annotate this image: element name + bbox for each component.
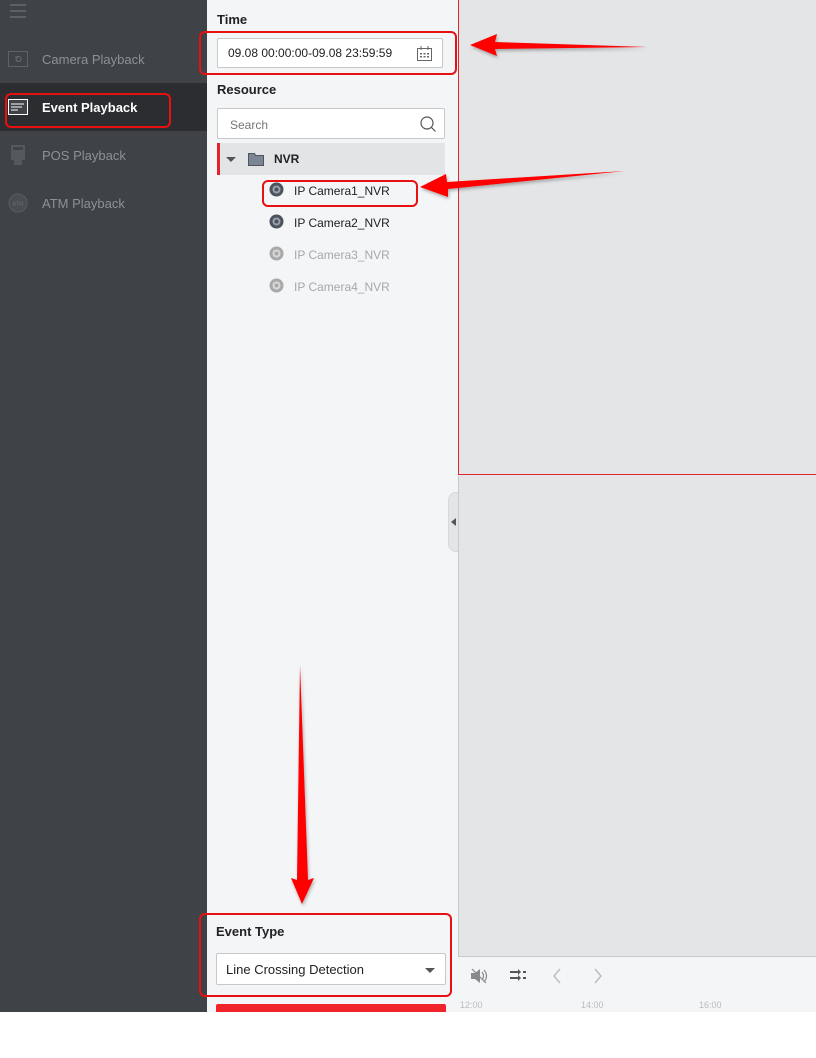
time-label: Time (217, 12, 248, 27)
resource-panel: Time 09.08 00:00:00-09.08 23:59:59 Resou… (207, 0, 458, 1012)
resource-search (217, 108, 445, 139)
search-input[interactable] (228, 117, 412, 133)
tree-node-nvr[interactable]: NVR (217, 143, 445, 175)
mute-icon[interactable] (470, 968, 488, 989)
tree-node-label: NVR (274, 152, 300, 166)
stream-settings-icon[interactable] (510, 968, 526, 987)
camera-playback-icon (8, 49, 28, 69)
tree-item-camera2[interactable]: IP Camera2_NVR (269, 211, 390, 235)
search-icon[interactable] (420, 116, 436, 137)
sidebar-item-label: POS Playback (42, 147, 126, 163)
expand-caret-icon[interactable] (226, 156, 236, 162)
sidebar-item-event-playback[interactable]: Event Playback (0, 83, 207, 131)
camera-icon (269, 214, 284, 232)
calendar-icon[interactable] (417, 46, 432, 61)
tree-item-label: IP Camera2_NVR (294, 216, 390, 230)
chevron-down-icon (425, 968, 435, 973)
sidebar-item-label: Event Playback (42, 99, 138, 115)
hamburger-icon[interactable] (10, 4, 26, 18)
next-icon[interactable] (593, 968, 603, 989)
camera-icon (269, 182, 284, 200)
folder-icon (248, 152, 264, 166)
previous-icon[interactable] (552, 968, 562, 989)
sidebar-item-camera-playback[interactable]: Camera Playback (0, 35, 207, 83)
event-type-dropdown[interactable]: Line Crossing Detection (216, 953, 446, 985)
chevron-left-icon (451, 518, 456, 526)
sidebar: Camera Playback Event Playback POS Playb… (0, 0, 207, 1012)
camera-offline-icon (269, 246, 284, 264)
timeline-tick: 14:00 (581, 1000, 604, 1010)
sidebar-item-atm-playback[interactable]: ATM ATM Playback (0, 179, 207, 227)
video-window-1[interactable] (458, 0, 816, 475)
timeline[interactable]: 12:00 14:00 16:00 (458, 997, 816, 1012)
timeline-tick: 16:00 (699, 1000, 722, 1010)
search-button[interactable] (216, 1004, 446, 1012)
video-window-2[interactable] (458, 476, 816, 957)
tree-item-camera3[interactable]: IP Camera3_NVR (269, 243, 390, 267)
time-range-field[interactable]: 09.08 00:00:00-09.08 23:59:59 (217, 38, 443, 68)
timeline-tick: 12:00 (460, 1000, 483, 1010)
time-range-value: 09.08 00:00:00-09.08 23:59:59 (228, 46, 393, 60)
video-area: 12:00 14:00 16:00 (458, 0, 816, 1012)
svg-text:ATM: ATM (12, 202, 24, 208)
playback-toolbar (458, 957, 816, 997)
tree-item-label: IP Camera3_NVR (294, 248, 390, 262)
camera-offline-icon (269, 278, 284, 296)
event-type-value: Line Crossing Detection (226, 961, 365, 977)
tree-item-label: IP Camera1_NVR (294, 184, 390, 198)
tree-item-label: IP Camera4_NVR (294, 280, 390, 294)
sidebar-item-pos-playback[interactable]: POS Playback (0, 131, 207, 179)
pos-icon (8, 145, 28, 165)
event-playback-icon (8, 97, 28, 117)
sidebar-item-label: ATM Playback (42, 195, 125, 211)
sidebar-item-label: Camera Playback (42, 51, 145, 67)
event-type-label: Event Type (216, 924, 285, 939)
resource-label: Resource (217, 82, 277, 97)
tree-item-camera4[interactable]: IP Camera4_NVR (269, 275, 390, 299)
tree-item-camera1[interactable]: IP Camera1_NVR (269, 179, 390, 203)
atm-icon: ATM (8, 193, 28, 213)
